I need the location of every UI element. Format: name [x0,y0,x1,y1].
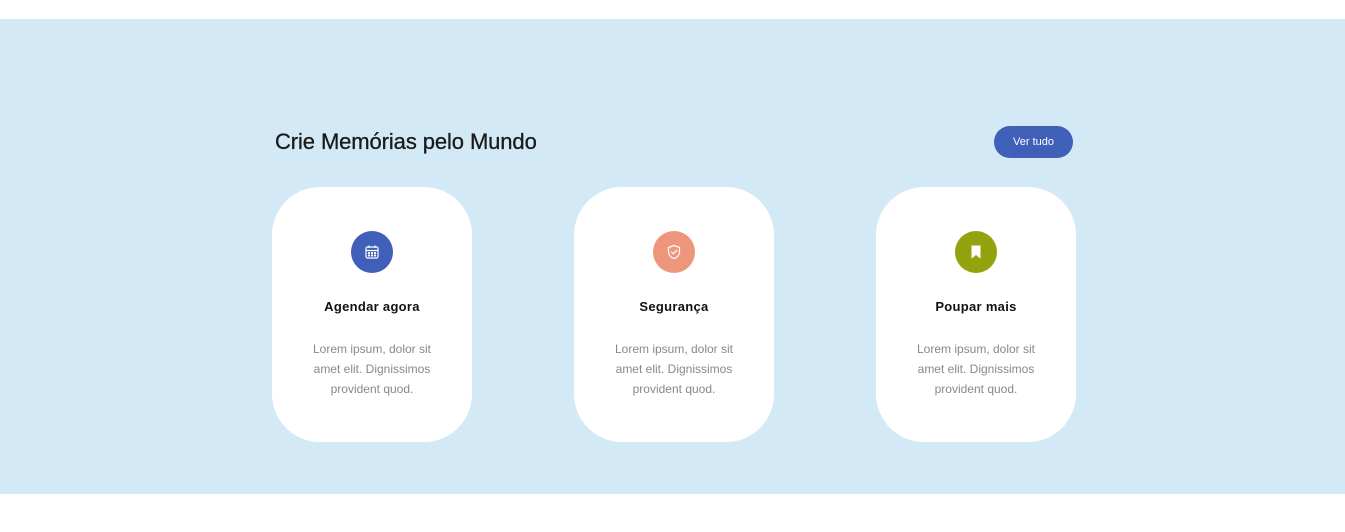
card-title: Segurança [639,299,709,314]
card-text: Lorem ipsum, dolor sit amet elit. Dignis… [614,342,734,396]
shield-check-icon [653,231,695,273]
feature-card-security[interactable]: Segurança Lorem ipsum, dolor sit amet el… [574,187,774,442]
calendar-icon [351,231,393,273]
card-title: Poupar mais [935,299,1017,314]
section-title: Crie Memórias pelo Mundo [275,129,537,154]
card-text: Lorem ipsum, dolor sit amet elit. Dignis… [916,342,1036,396]
feature-card-savings[interactable]: Poupar mais Lorem ipsum, dolor sit amet … [876,187,1076,442]
feature-card-schedule[interactable]: Agendar agora Lorem ipsum, dolor sit ame… [272,187,472,442]
card-text: Lorem ipsum, dolor sit amet elit. Dignis… [312,342,432,396]
view-all-button[interactable]: Ver tudo [994,126,1073,158]
card-title: Agendar agora [324,299,420,314]
bookmark-icon [955,231,997,273]
